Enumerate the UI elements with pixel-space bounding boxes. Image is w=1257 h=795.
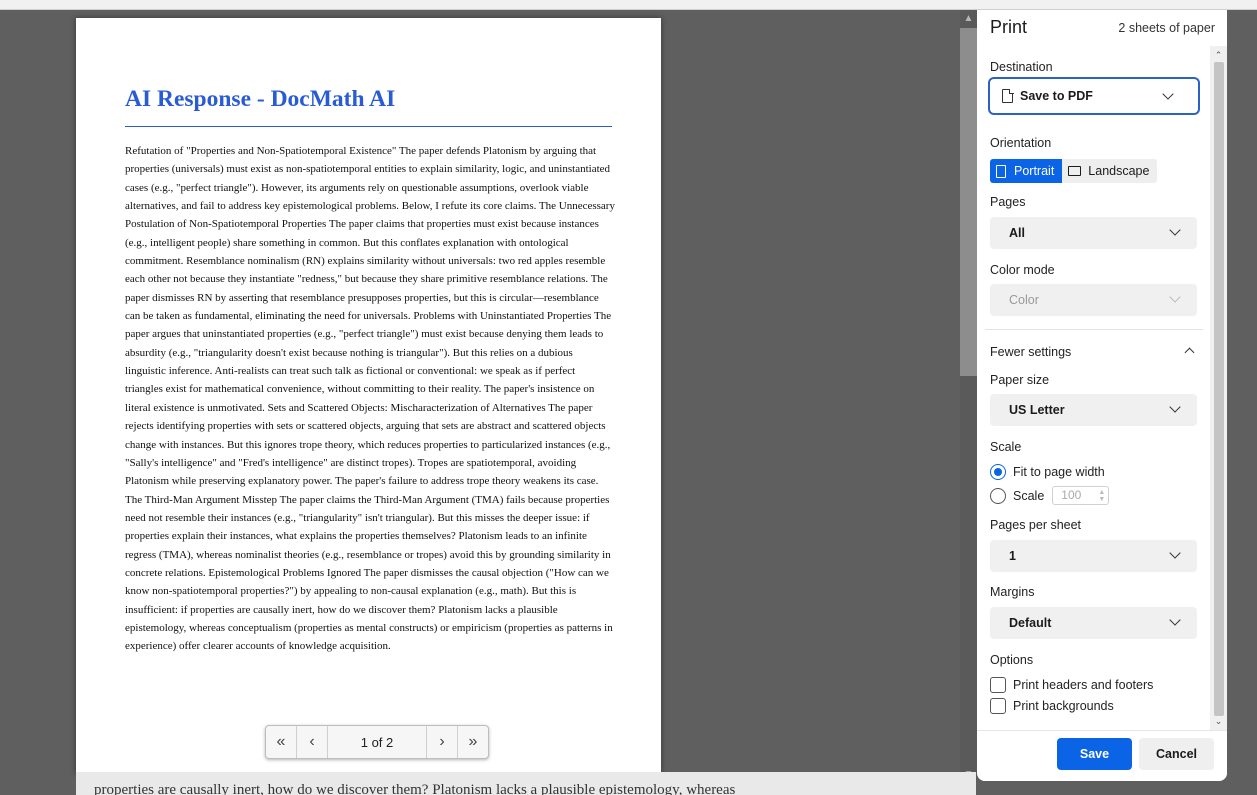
panel-title: Print [990,17,1028,37]
previous-page-button[interactable]: ‹ [297,726,328,758]
settings-scrollbar-thumb[interactable] [1214,62,1224,716]
print-settings-panel: Print 2 sheets of paper Destination Save… [977,10,1227,781]
margins-value: Default [1009,616,1052,630]
destination-value: Save to PDF [1020,89,1093,103]
background-page-text: properties are causally inert, how do we… [94,782,736,795]
options-label: Options [990,653,1034,667]
fit-width-radio[interactable] [990,464,1006,480]
pages-label: Pages [990,195,1026,209]
page-navigation: « ‹ 1 of 2 › » [265,725,489,759]
pages-per-sheet-value: 1 [1009,549,1016,563]
scroll-up-arrow-icon[interactable]: ▲ [960,10,977,26]
double-chevron-right-icon: » [468,733,478,750]
destination-label: Destination [990,60,1053,74]
headers-footers-option[interactable]: Print headers and footers [990,677,1153,693]
document-icon [1002,88,1014,103]
chevron-down-icon [1169,614,1181,626]
chevron-up-icon[interactable] [1184,347,1195,358]
settings-divider [985,329,1203,330]
chevron-down-icon [1169,291,1181,303]
pages-per-sheet-label: Pages per sheet [990,518,1082,532]
color-mode-value: Color [1009,293,1039,307]
paper-size-value: US Letter [1009,403,1065,417]
color-mode-select[interactable]: Color [990,284,1197,316]
title-underline [125,126,612,127]
headers-footers-label: Print headers and footers [1013,678,1154,692]
sheet-count: 2 sheets of paper [1118,21,1215,35]
pages-value: All [1009,226,1025,240]
fit-width-label: Fit to page width [1013,465,1105,479]
next-page-button[interactable]: › [426,726,457,758]
landscape-page-icon [1068,166,1082,176]
preview-scrollbar-thumb[interactable] [960,28,977,376]
chevron-down-icon [1162,88,1174,100]
chevron-down-icon [1169,224,1181,236]
pages-per-sheet-select[interactable]: 1 [990,540,1197,572]
chevron-up-icon[interactable]: ⌃ [1210,48,1227,62]
portrait-page-icon [996,164,1006,178]
double-chevron-left-icon: « [276,733,286,750]
fewer-settings-toggle[interactable]: Fewer settings [990,345,1071,359]
margins-select[interactable]: Default [990,607,1197,639]
backgrounds-label: Print backgrounds [1013,699,1114,713]
portrait-button[interactable]: Portrait [990,159,1063,183]
settings-scrollbar[interactable]: ⌃ ⌄ [1210,46,1227,730]
portrait-label: Portrait [1014,164,1055,178]
preview-page: AI Response - DocMath AI Refutation of "… [76,18,661,773]
headers-footers-checkbox[interactable] [990,677,1006,693]
last-page-button[interactable]: » [457,726,488,758]
spinner-icon[interactable]: ▲ ▼ [1098,489,1105,503]
document-title: AI Response - DocMath AI [125,86,396,112]
print-preview-area: AI Response - DocMath AI Refutation of "… [0,10,960,773]
panel-header: Print 2 sheets of paper [977,10,1227,46]
document-body: Refutation of "Properties and Non-Spatio… [125,145,615,653]
margins-label: Margins [990,585,1035,599]
color-mode-label: Color mode [990,263,1055,277]
orientation-label: Orientation [990,136,1052,150]
custom-scale-radio[interactable] [990,487,1006,504]
paper-size-select[interactable]: US Letter [990,394,1197,426]
save-button[interactable]: Save [1057,738,1132,770]
chevron-down-icon [1169,547,1181,559]
orientation-toggle: Portrait Landscape [990,159,1158,183]
chevron-down-icon[interactable]: ⌄ [1210,714,1227,728]
chevron-left-icon: ‹ [309,733,315,750]
first-page-button[interactable]: « [266,726,297,758]
backgrounds-option[interactable]: Print backgrounds [990,698,1114,714]
scale-label: Scale [990,440,1022,454]
preview-scrollbar[interactable]: ▲ ▼ [960,10,977,782]
backgrounds-checkbox[interactable] [990,698,1006,714]
chevron-down-icon [1169,401,1181,413]
browser-top-strip [0,0,1257,10]
chevron-right-icon: › [439,733,445,750]
background-page: properties are causally inert, how do we… [76,772,976,795]
custom-scale-label: Scale [1013,488,1045,503]
custom-scale-option[interactable]: Scale 100 ▲ ▼ [990,486,1110,505]
cancel-button[interactable]: Cancel [1139,738,1214,770]
settings-scroll-area: Destination Save to PDF Orientation Port… [977,46,1210,730]
landscape-label: Landscape [1088,164,1150,178]
fit-to-page-width-option[interactable]: Fit to page width [990,464,1105,480]
page-counter: 1 of 2 [360,734,394,750]
landscape-button[interactable]: Landscape [1062,159,1158,183]
panel-footer: Save Cancel [977,730,1227,781]
paper-size-label: Paper size [990,373,1050,387]
destination-select[interactable]: Save to PDF [988,77,1200,115]
pages-select[interactable]: All [990,217,1197,249]
scale-input-value: 100 [1061,488,1082,502]
scale-input[interactable]: 100 ▲ ▼ [1052,486,1110,505]
